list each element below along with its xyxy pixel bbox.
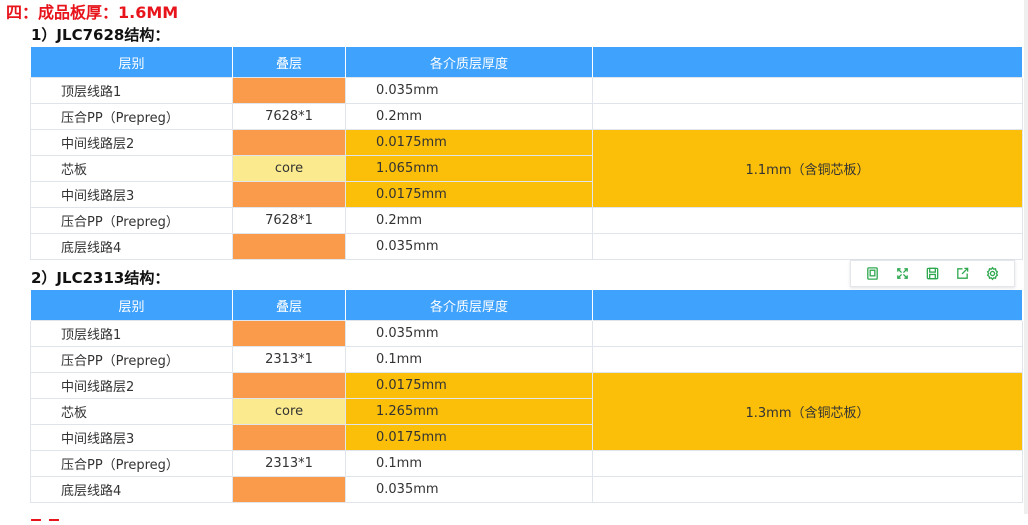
stackup-cell: 7628*1 [232, 207, 346, 234]
header-layer: 层别 [30, 290, 233, 321]
thickness-cell: 0.035mm [345, 320, 593, 347]
scrollbar-track[interactable] [1024, 0, 1028, 514]
core-total-cell: 1.3mm（含铜芯板） [592, 372, 1023, 451]
layer-name: 压合PP（Prepreg） [30, 450, 233, 477]
blank-cell [592, 233, 1023, 260]
thickness-cell: 0.2mm [345, 207, 593, 234]
table-header-row: 层别 叠层 各介质层厚度 [30, 47, 1023, 78]
page-heading: 四：成品板厚：1.6MM [6, 3, 179, 22]
core-total-cell: 1.1mm（含铜芯板） [592, 129, 1023, 208]
blank-cell [592, 320, 1023, 347]
header-layer: 层别 [30, 47, 233, 78]
section-title-jlc7628: 1）JLC7628结构： [31, 26, 170, 44]
layer-name: 底层线路4 [30, 476, 233, 503]
stackup-cell [232, 476, 346, 503]
stackup-cell [232, 320, 346, 347]
table-row: 压合PP（Prepreg） 7628*1 0.2mm [30, 103, 1023, 130]
thickness-cell: 0.035mm [345, 233, 593, 260]
stackup-cell [232, 372, 346, 399]
layer-name: 中间线路层3 [30, 181, 233, 208]
table-row: 底层线路4 0.035mm [30, 476, 1023, 503]
thickness-cell: 0.0175mm [345, 129, 593, 156]
thickness-cell: 1.265mm [345, 398, 593, 425]
table-row: 顶层线路1 0.035mm [30, 77, 1023, 104]
layer-name: 压合PP（Prepreg） [30, 346, 233, 373]
stackup-cell [232, 424, 346, 451]
thickness-cell: 0.035mm [345, 77, 593, 104]
layer-name: 压合PP（Prepreg） [30, 207, 233, 234]
thickness-cell: 0.1mm [345, 346, 593, 373]
blank-cell [592, 77, 1023, 104]
clipboard-icon[interactable] [861, 263, 883, 285]
stackup-table-jlc2313: 层别 叠层 各介质层厚度 顶层线路1 0.035mm 压合PP（Prepreg）… [30, 290, 1023, 503]
layer-name: 压合PP（Prepreg） [30, 103, 233, 130]
layer-name: 中间线路层2 [30, 129, 233, 156]
blank-cell [592, 346, 1023, 373]
stackup-cell: core [232, 398, 346, 425]
table-row: 顶层线路1 0.035mm [30, 320, 1023, 347]
thickness-cell: 0.0175mm [345, 424, 593, 451]
stackup-cell [232, 129, 346, 156]
stackup-cell: core [232, 155, 346, 182]
table-row: 压合PP（Prepreg） 2313*1 0.1mm [30, 346, 1023, 373]
blank-cell [592, 450, 1023, 477]
table-row: 底层线路4 0.035mm [30, 233, 1023, 260]
stackup-cell: 2313*1 [232, 346, 346, 373]
table-row: 压合PP（Prepreg） 7628*1 0.2mm [30, 207, 1023, 234]
thickness-cell: 0.0175mm [345, 181, 593, 208]
table-row: 中间线路层2 0.0175mm 1.1mm（含铜芯板） [30, 129, 1023, 208]
stackup-cell [232, 181, 346, 208]
header-stackup: 叠层 [232, 47, 346, 78]
stackup-cell [232, 77, 346, 104]
header-blank [592, 47, 1023, 78]
table-row: 压合PP（Prepreg） 2313*1 0.1mm [30, 450, 1023, 477]
header-dielectric-thickness: 各介质层厚度 [345, 47, 593, 78]
blank-cell [592, 103, 1023, 130]
layer-name: 芯板 [30, 155, 233, 182]
header-blank [592, 290, 1023, 321]
table-row: 中间线路层2 0.0175mm 1.3mm（含铜芯板） [30, 372, 1023, 451]
thickness-cell: 0.0175mm [345, 372, 593, 399]
layer-name: 底层线路4 [30, 233, 233, 260]
section-title-jlc2313: 2）JLC2313结构： [31, 269, 170, 287]
layer-name: 顶层线路1 [30, 77, 233, 104]
stackup-cell: 2313*1 [232, 450, 346, 477]
thickness-cell: 0.2mm [345, 103, 593, 130]
layer-name: 中间线路层3 [30, 424, 233, 451]
layer-name: 顶层线路1 [30, 320, 233, 347]
stackup-cell [232, 233, 346, 260]
share-icon[interactable] [952, 263, 974, 285]
stackup-table-jlc7628: 层别 叠层 各介质层厚度 顶层线路1 0.035mm 压合PP（Prepreg）… [30, 47, 1023, 260]
floating-toolbar [850, 260, 1015, 287]
layer-name: 中间线路层2 [30, 372, 233, 399]
thickness-cell: 1.065mm [345, 155, 593, 182]
table-header-row: 层别 叠层 各介质层厚度 [30, 290, 1023, 321]
clipped-text-fragment [31, 506, 91, 521]
header-dielectric-thickness: 各介质层厚度 [345, 290, 593, 321]
save-icon[interactable] [921, 263, 943, 285]
expand-icon[interactable] [891, 263, 913, 285]
header-stackup: 叠层 [232, 290, 346, 321]
blank-cell [592, 476, 1023, 503]
layer-name: 芯板 [30, 398, 233, 425]
stackup-cell: 7628*1 [232, 103, 346, 130]
blank-cell [592, 207, 1023, 234]
thickness-cell: 0.035mm [345, 476, 593, 503]
settings-icon[interactable] [982, 263, 1004, 285]
thickness-cell: 0.1mm [345, 450, 593, 477]
